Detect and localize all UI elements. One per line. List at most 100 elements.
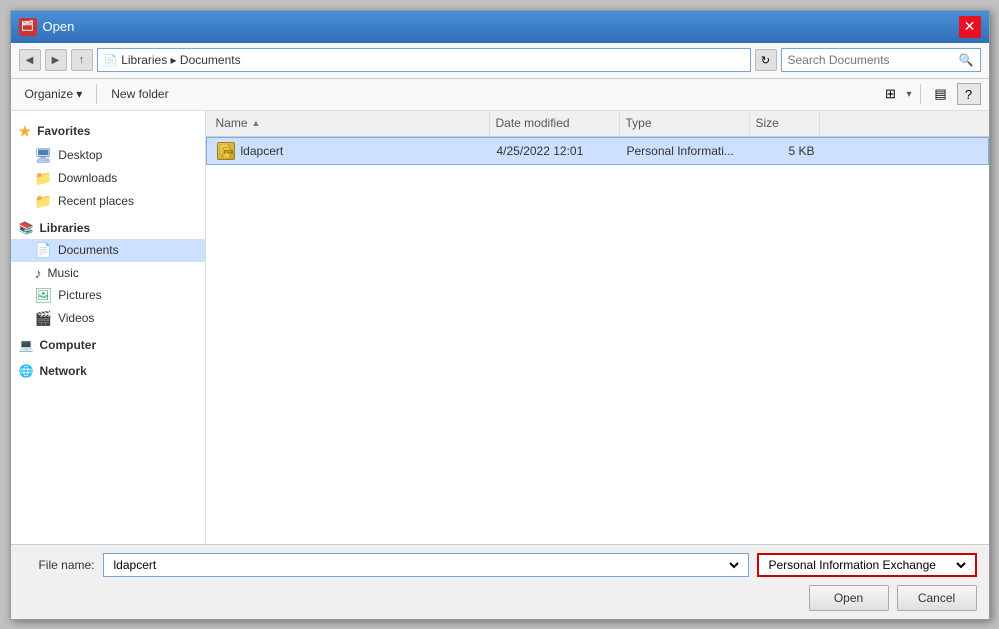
sidebar-item-desktop[interactable]: 🖥 Desktop bbox=[11, 144, 205, 167]
file-type-select[interactable]: Personal Information Exchange bbox=[765, 557, 969, 573]
forward-button[interactable]: ▶ bbox=[45, 49, 67, 71]
column-header: Name ▲ Date modified Type Size bbox=[206, 111, 989, 137]
col-header-type[interactable]: Type bbox=[620, 111, 750, 136]
favorites-label: Favorites bbox=[37, 124, 90, 138]
network-label: Network bbox=[39, 364, 86, 378]
file-name-cell: PFX ldapcert bbox=[211, 142, 491, 160]
path-icon: 📄 bbox=[104, 54, 118, 67]
search-icon: 🔍 bbox=[959, 53, 974, 67]
file-name-label: File name: bbox=[23, 558, 95, 572]
libraries-header[interactable]: 📚 Libraries bbox=[11, 217, 205, 239]
col-header-date[interactable]: Date modified bbox=[490, 111, 620, 136]
col-name-label: Name bbox=[216, 116, 248, 130]
new-folder-label: New folder bbox=[111, 87, 168, 101]
dialog-title: Open bbox=[43, 19, 75, 34]
network-header[interactable]: 🌐 Network bbox=[11, 360, 205, 382]
sidebar-item-music[interactable]: ♪ Music bbox=[11, 262, 205, 284]
file-name-row: File name: ldapcert Personal Information… bbox=[23, 553, 977, 577]
help-button[interactable]: ? bbox=[957, 83, 981, 105]
col-size-label: Size bbox=[756, 116, 779, 130]
documents-icon: 📄 bbox=[35, 242, 52, 259]
sidebar-item-pictures[interactable]: 🖼 Pictures bbox=[11, 284, 205, 307]
file-size: 5 KB bbox=[788, 144, 814, 158]
col-date-label: Date modified bbox=[496, 116, 570, 130]
cancel-button[interactable]: Cancel bbox=[897, 585, 977, 611]
file-type-icon: PFX bbox=[217, 142, 235, 160]
back-button[interactable]: ◀ bbox=[19, 49, 41, 71]
computer-label: Computer bbox=[39, 338, 96, 352]
libraries-icon: 📚 bbox=[19, 221, 34, 235]
file-area: Name ▲ Date modified Type Size bbox=[206, 111, 989, 544]
col-header-size[interactable]: Size bbox=[750, 111, 820, 136]
action-row: Open Cancel bbox=[23, 585, 977, 611]
libraries-section: 📚 Libraries 📄 Documents ♪ Music 🖼 Pictur… bbox=[11, 217, 205, 330]
sidebar-item-label: Music bbox=[48, 266, 79, 280]
sidebar-item-recent[interactable]: 📁 Recent places bbox=[11, 190, 205, 213]
title-bar: 🗂 Open ✕ bbox=[11, 11, 989, 43]
computer-section: 💻 Computer bbox=[11, 334, 205, 356]
bottom-area: File name: ldapcert Personal Information… bbox=[11, 544, 989, 619]
organize-button[interactable]: Organize ▾ bbox=[19, 84, 89, 104]
table-row[interactable]: PFX ldapcert 4/25/2022 12:01 Personal In… bbox=[206, 137, 989, 165]
organize-arrow: ▾ bbox=[76, 87, 82, 101]
desktop-icon: 🖥 bbox=[35, 147, 53, 164]
search-input[interactable] bbox=[788, 53, 959, 67]
new-folder-button[interactable]: New folder bbox=[105, 84, 174, 104]
pictures-icon: 🖼 bbox=[35, 287, 53, 304]
toolbar-right: ⊞ ▾ ▤ ? bbox=[878, 83, 980, 105]
sidebar-item-downloads[interactable]: 📁 Downloads bbox=[11, 167, 205, 190]
toolbar-separator bbox=[96, 84, 97, 104]
refresh-button[interactable]: ↻ bbox=[755, 49, 777, 71]
col-header-name[interactable]: Name ▲ bbox=[210, 111, 490, 136]
sidebar-item-label: Documents bbox=[58, 243, 119, 257]
file-list: PFX ldapcert 4/25/2022 12:01 Personal In… bbox=[206, 137, 989, 544]
close-button[interactable]: ✕ bbox=[959, 16, 981, 38]
toolbar: Organize ▾ New folder ⊞ ▾ ▤ ? bbox=[11, 79, 989, 111]
file-size-cell: 5 KB bbox=[751, 144, 821, 158]
downloads-icon: 📁 bbox=[35, 170, 52, 187]
sort-arrow: ▲ bbox=[252, 118, 261, 128]
sidebar-item-videos[interactable]: 🎬 Videos bbox=[11, 307, 205, 330]
sidebar-item-documents[interactable]: 📄 Documents bbox=[11, 239, 205, 262]
view-button-detail[interactable]: ▤ bbox=[929, 83, 953, 105]
computer-header[interactable]: 💻 Computer bbox=[11, 334, 205, 356]
file-name-input-wrapper[interactable]: ldapcert bbox=[103, 553, 749, 577]
sidebar-item-label: Recent places bbox=[58, 194, 134, 208]
network-section: 🌐 Network bbox=[11, 360, 205, 382]
file-name: ldapcert bbox=[241, 144, 284, 158]
title-bar-left: 🗂 Open bbox=[19, 18, 75, 36]
sidebar: ★ Favorites 🖥 Desktop 📁 Downloads 📁 Rece… bbox=[11, 111, 206, 544]
up-button[interactable]: ↑ bbox=[71, 49, 93, 71]
computer-icon: 💻 bbox=[19, 338, 34, 352]
file-date: 4/25/2022 12:01 bbox=[497, 144, 584, 158]
file-type-cell: Personal Informati... bbox=[621, 144, 751, 158]
file-date-cell: 4/25/2022 12:01 bbox=[491, 144, 621, 158]
open-dialog: 🗂 Open ✕ ◀ ▶ ↑ 📄 Libraries ▸ Documents ↻… bbox=[10, 10, 990, 620]
file-type-dropdown[interactable]: Personal Information Exchange bbox=[757, 553, 977, 577]
file-name-select[interactable]: ldapcert bbox=[110, 557, 742, 573]
sidebar-item-label: Videos bbox=[58, 311, 94, 325]
favorites-section: ★ Favorites 🖥 Desktop 📁 Downloads 📁 Rece… bbox=[11, 119, 205, 213]
open-button[interactable]: Open bbox=[809, 585, 889, 611]
organize-label: Organize bbox=[25, 87, 74, 101]
sidebar-item-label: Pictures bbox=[58, 288, 101, 302]
favorites-header[interactable]: ★ Favorites bbox=[11, 119, 205, 144]
main-area: ★ Favorites 🖥 Desktop 📁 Downloads 📁 Rece… bbox=[11, 111, 989, 544]
svg-text:PFX: PFX bbox=[224, 150, 233, 156]
recent-icon: 📁 bbox=[35, 193, 52, 210]
videos-icon: 🎬 bbox=[35, 310, 52, 327]
address-bar: ◀ ▶ ↑ 📄 Libraries ▸ Documents ↻ 🔍 bbox=[11, 43, 989, 79]
col-type-label: Type bbox=[626, 116, 652, 130]
view-button-grid[interactable]: ⊞ bbox=[878, 83, 902, 105]
toolbar-separator-2 bbox=[920, 84, 921, 104]
search-box[interactable]: 🔍 bbox=[781, 48, 981, 72]
sidebar-item-label: Downloads bbox=[58, 171, 117, 185]
app-icon: 🗂 bbox=[19, 18, 37, 36]
network-icon: 🌐 bbox=[19, 364, 34, 378]
view-arrow[interactable]: ▾ bbox=[906, 89, 911, 100]
favorites-star-icon: ★ bbox=[19, 123, 32, 140]
path-box[interactable]: 📄 Libraries ▸ Documents bbox=[97, 48, 751, 72]
music-icon: ♪ bbox=[35, 265, 42, 281]
libraries-label: Libraries bbox=[39, 221, 90, 235]
file-type: Personal Informati... bbox=[627, 144, 734, 158]
